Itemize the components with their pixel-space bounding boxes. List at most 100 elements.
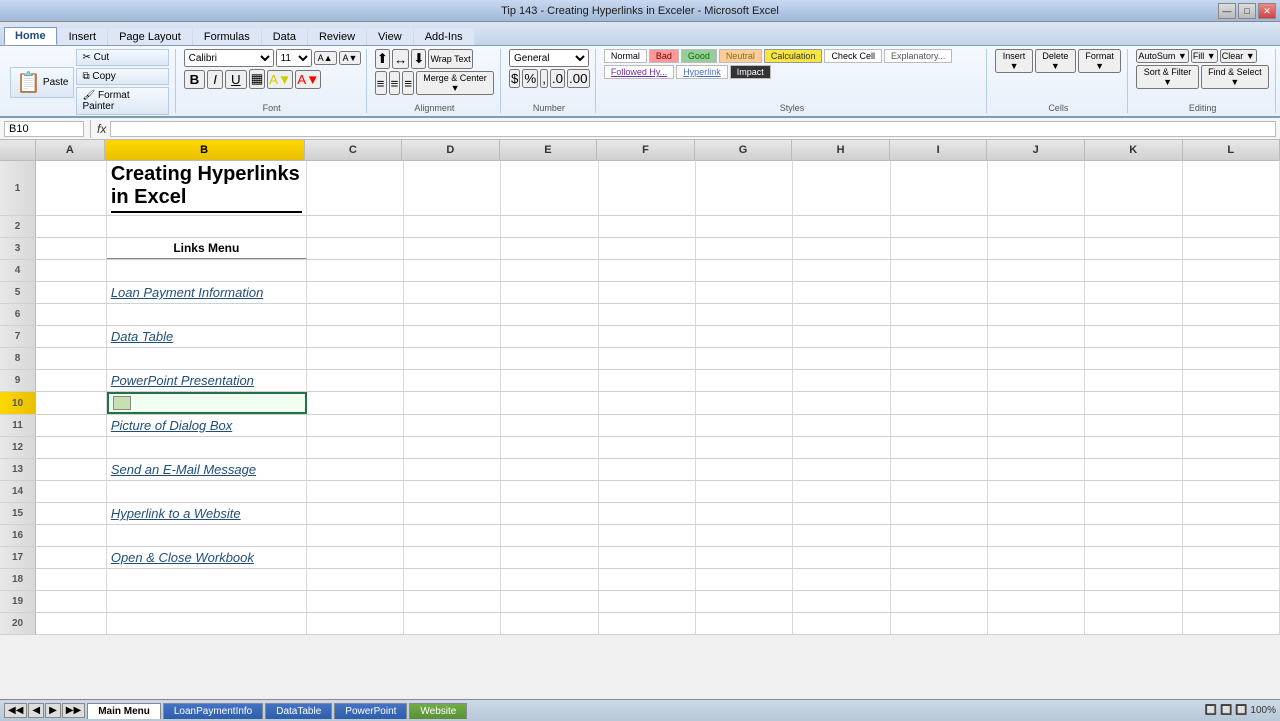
- cell-c2[interactable]: [307, 216, 404, 237]
- cell-e7[interactable]: [501, 326, 598, 347]
- cell-f16[interactable]: [599, 525, 696, 546]
- cell-e9[interactable]: [501, 370, 598, 391]
- cell-f17[interactable]: [599, 547, 696, 568]
- comma-button[interactable]: ,: [540, 69, 548, 88]
- cell-g20[interactable]: [696, 613, 793, 634]
- cell-l6[interactable]: [1183, 304, 1280, 325]
- style-hyperlink[interactable]: Hyperlink: [676, 65, 728, 79]
- cell-b17[interactable]: Open & Close Workbook: [107, 547, 307, 568]
- cell-j11[interactable]: [988, 415, 1085, 436]
- cell-b14[interactable]: [107, 481, 307, 502]
- cell-d3[interactable]: [404, 238, 501, 259]
- cell-c10[interactable]: [307, 392, 404, 414]
- col-header-b[interactable]: B: [105, 140, 305, 160]
- cell-g9[interactable]: [696, 370, 793, 391]
- cell-c8[interactable]: [307, 348, 404, 369]
- sheet-tab-website[interactable]: Website: [409, 703, 467, 719]
- cell-i9[interactable]: [891, 370, 988, 391]
- cell-e4[interactable]: [501, 260, 598, 281]
- cell-l7[interactable]: [1183, 326, 1280, 347]
- cell-e12[interactable]: [501, 437, 598, 458]
- cell-i19[interactable]: [891, 591, 988, 612]
- sheet-tab-loan[interactable]: LoanPaymentInfo: [163, 703, 263, 719]
- cell-h10[interactable]: [793, 392, 890, 414]
- cell-k10[interactable]: [1085, 392, 1182, 414]
- cell-e11[interactable]: [501, 415, 598, 436]
- cell-c7[interactable]: [307, 326, 404, 347]
- cell-d6[interactable]: [404, 304, 501, 325]
- maximize-button[interactable]: □: [1238, 3, 1256, 19]
- percent-button[interactable]: %: [522, 69, 538, 88]
- cell-l5[interactable]: [1183, 282, 1280, 303]
- font-size-select[interactable]: 11: [276, 49, 312, 67]
- name-box[interactable]: B10: [4, 121, 84, 137]
- cell-h15[interactable]: [793, 503, 890, 524]
- link-email[interactable]: Send an E-Mail Message: [111, 462, 256, 477]
- cell-f15[interactable]: [599, 503, 696, 524]
- cell-e15[interactable]: [501, 503, 598, 524]
- col-header-a[interactable]: A: [36, 140, 105, 160]
- cell-h6[interactable]: [793, 304, 890, 325]
- cell-a18[interactable]: [36, 569, 107, 590]
- cell-l4[interactable]: [1183, 260, 1280, 281]
- cell-h18[interactable]: [793, 569, 890, 590]
- style-check-cell[interactable]: Check Cell: [824, 49, 882, 63]
- cell-b5[interactable]: Loan Payment Information: [107, 282, 307, 303]
- cell-h1[interactable]: [793, 161, 890, 215]
- cell-j13[interactable]: [988, 459, 1085, 480]
- cell-j4[interactable]: [988, 260, 1085, 281]
- cell-c1[interactable]: [307, 161, 404, 215]
- cell-j10[interactable]: [988, 392, 1085, 414]
- cell-c14[interactable]: [307, 481, 404, 502]
- cell-h11[interactable]: [793, 415, 890, 436]
- cell-f3[interactable]: [599, 238, 696, 259]
- cell-f2[interactable]: [599, 216, 696, 237]
- cell-g13[interactable]: [696, 459, 793, 480]
- cell-c5[interactable]: [307, 282, 404, 303]
- insert-button[interactable]: Insert ▼: [995, 49, 1033, 73]
- cell-i6[interactable]: [891, 304, 988, 325]
- cell-a15[interactable]: [36, 503, 107, 524]
- align-center-button[interactable]: ≡: [389, 71, 401, 95]
- font-name-select[interactable]: Calibri: [184, 49, 274, 67]
- cell-k9[interactable]: [1085, 370, 1182, 391]
- fill-button[interactable]: Fill ▼: [1191, 49, 1218, 63]
- style-bad[interactable]: Bad: [649, 49, 679, 63]
- style-normal[interactable]: Normal: [604, 49, 647, 63]
- cell-k19[interactable]: [1085, 591, 1182, 612]
- cell-k14[interactable]: [1085, 481, 1182, 502]
- cell-c12[interactable]: [307, 437, 404, 458]
- cell-l20[interactable]: [1183, 613, 1280, 634]
- cell-l18[interactable]: [1183, 569, 1280, 590]
- cell-i18[interactable]: [891, 569, 988, 590]
- cell-j8[interactable]: [988, 348, 1085, 369]
- cell-e3[interactable]: [501, 238, 598, 259]
- tab-formulas[interactable]: Formulas: [193, 28, 261, 45]
- sheet-tab-datatable[interactable]: DataTable: [265, 703, 332, 719]
- tab-page-layout[interactable]: Page Layout: [108, 28, 192, 45]
- increase-decimal-button[interactable]: .0: [550, 69, 565, 88]
- col-header-c[interactable]: C: [305, 140, 403, 160]
- cell-h8[interactable]: [793, 348, 890, 369]
- cell-d1[interactable]: [404, 161, 501, 215]
- copy-button[interactable]: ⧉ Copy: [76, 68, 168, 85]
- cell-f11[interactable]: [599, 415, 696, 436]
- cell-k18[interactable]: [1085, 569, 1182, 590]
- cell-g7[interactable]: [696, 326, 793, 347]
- cell-h9[interactable]: [793, 370, 890, 391]
- cell-l13[interactable]: [1183, 459, 1280, 480]
- cell-b16[interactable]: [107, 525, 307, 546]
- bold-button[interactable]: B: [184, 70, 206, 89]
- cell-b6[interactable]: [107, 304, 307, 325]
- cell-a4[interactable]: [36, 260, 107, 281]
- tab-data[interactable]: Data: [262, 28, 307, 45]
- link-open-close[interactable]: Open & Close Workbook: [111, 550, 254, 565]
- cell-b10[interactable]: [107, 392, 307, 414]
- cell-d13[interactable]: [404, 459, 501, 480]
- cell-e1[interactable]: [501, 161, 598, 215]
- cell-g18[interactable]: [696, 569, 793, 590]
- cell-i1[interactable]: [891, 161, 988, 215]
- cell-j15[interactable]: [988, 503, 1085, 524]
- cell-c15[interactable]: [307, 503, 404, 524]
- cell-a7[interactable]: [36, 326, 107, 347]
